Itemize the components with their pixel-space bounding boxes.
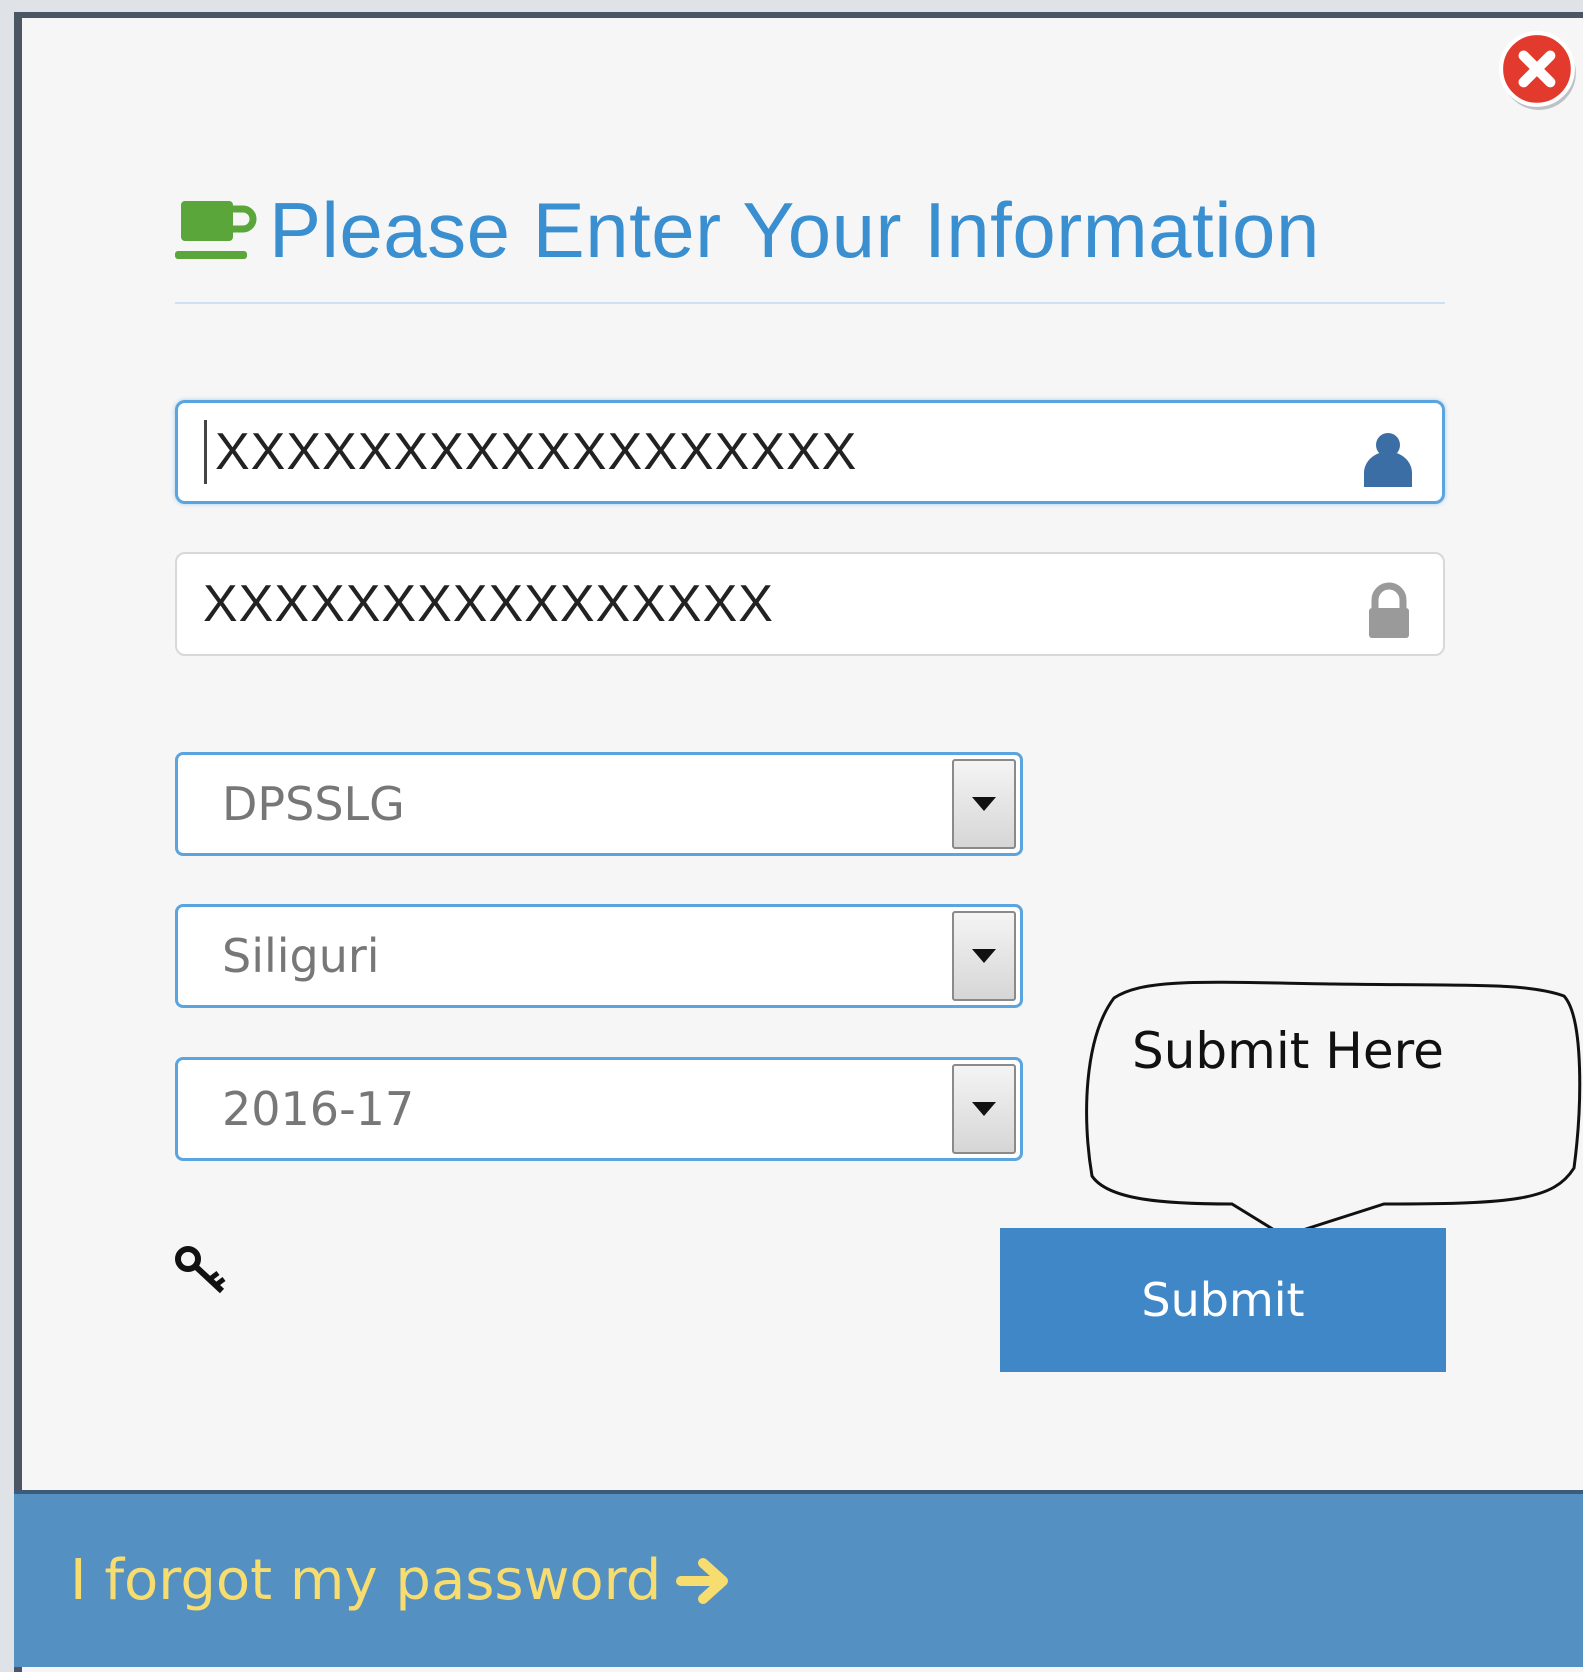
coffee-cup-icon	[175, 201, 257, 259]
city-select-value: Siliguri	[222, 929, 380, 983]
school-select-value: DPSSLG	[222, 777, 405, 831]
password-field[interactable]: XXXXXXXXXXXXXXXX	[175, 552, 1445, 656]
forgot-password-link[interactable]: I forgot my password	[70, 1548, 735, 1613]
arrow-right-icon	[676, 1557, 729, 1604]
chevron-down-icon	[972, 797, 996, 811]
city-select[interactable]: Siliguri	[175, 904, 1023, 1008]
city-dropdown-button[interactable]	[952, 911, 1016, 1001]
header-divider	[175, 302, 1445, 304]
username-value: XXXXXXXXXXXXXXXXXX	[215, 423, 858, 481]
school-select[interactable]: DPSSLG	[175, 752, 1023, 856]
dialog-header: Please Enter Your Information	[175, 180, 1445, 280]
school-dropdown-button[interactable]	[952, 759, 1016, 849]
footer-bar: I forgot my password	[14, 1490, 1583, 1667]
session-dropdown-button[interactable]	[952, 1064, 1016, 1154]
callout-bubble	[1085, 980, 1582, 1238]
submit-button[interactable]: Submit	[1000, 1228, 1446, 1372]
text-caret	[204, 420, 207, 484]
page-title: Please Enter Your Information	[269, 185, 1320, 274]
user-icon	[1364, 433, 1412, 487]
close-icon[interactable]	[1498, 30, 1580, 112]
forgot-password-label: I forgot my password	[70, 1548, 662, 1613]
username-field[interactable]: XXXXXXXXXXXXXXXXXX	[175, 400, 1445, 504]
callout-text: Submit Here	[1132, 1022, 1444, 1080]
chevron-down-icon	[972, 949, 996, 963]
lock-icon	[1369, 582, 1409, 638]
session-select-value: 2016-17	[222, 1082, 415, 1136]
chevron-down-icon	[972, 1102, 996, 1116]
password-value: XXXXXXXXXXXXXXXX	[203, 575, 774, 633]
session-select[interactable]: 2016-17	[175, 1057, 1023, 1161]
key-icon[interactable]	[174, 1245, 232, 1297]
